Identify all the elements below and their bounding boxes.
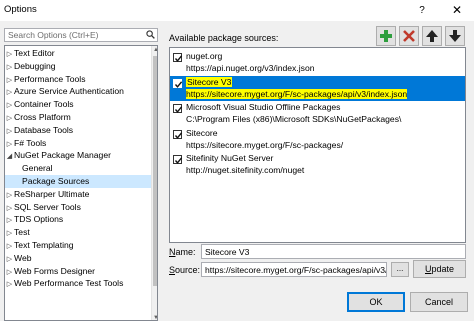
- close-button[interactable]: ✕: [440, 0, 474, 21]
- enabled-checkbox[interactable]: [173, 129, 183, 139]
- chevron-right-icon[interactable]: ▷: [5, 279, 14, 292]
- package-source-item[interactable]: Microsoft Visual Studio Offline Packages…: [170, 101, 465, 126]
- tree-item-label: Performance Tools: [14, 73, 86, 84]
- cancel-button[interactable]: Cancel: [410, 292, 468, 312]
- tree-item-label: General: [22, 163, 53, 174]
- package-source-item[interactable]: Sitecore V3 https://sitecore.myget.org/F/…: [170, 75, 465, 101]
- title-bar: Options ? ✕: [0, 0, 474, 21]
- add-source-button[interactable]: [376, 26, 396, 46]
- ok-button[interactable]: OK: [347, 292, 405, 312]
- source-label: Source:: [169, 265, 201, 275]
- checkmark-icon: [174, 55, 183, 62]
- tree-item-label: Database Tools: [14, 124, 74, 135]
- tree-item-label: TDS Options: [14, 214, 64, 225]
- plus-icon: [380, 30, 392, 42]
- tree-item-label: Azure Service Authentication: [14, 86, 124, 97]
- tree-item-label: F# Tools: [14, 137, 47, 148]
- move-up-button[interactable]: [422, 26, 442, 46]
- checkmark-icon: [174, 157, 183, 164]
- x-icon: [403, 30, 415, 42]
- source-url: https://sitecore.myget.org/F/sc-packages…: [186, 88, 408, 99]
- source-name: Sitefinity NuGet Server: [186, 153, 274, 163]
- move-down-button[interactable]: [445, 26, 465, 46]
- tree-scrollbar[interactable]: ▲ ▼: [151, 46, 157, 320]
- tree-item[interactable]: ▷ Web Forms Designer: [5, 265, 151, 278]
- tree-item-label: Package Sources: [22, 176, 90, 186]
- tree-item-label: Text Editor: [14, 48, 55, 58]
- checkmark-icon: [174, 80, 183, 88]
- tree-item[interactable]: ▷ Debugging: [5, 60, 151, 73]
- name-label: Name:: [169, 247, 196, 257]
- tree-item[interactable]: ▷ Database Tools: [5, 124, 151, 137]
- tree-item-label: Debugging: [14, 60, 56, 71]
- tree-item[interactable]: ▷ Text Editor: [5, 47, 151, 60]
- tree-item[interactable]: ▷ SQL Server Tools: [5, 201, 151, 214]
- tree-item-label: Web Performance Test Tools: [14, 278, 124, 289]
- tree-item-label: Test: [14, 227, 30, 238]
- scroll-thumb[interactable]: [153, 56, 157, 286]
- tree-item[interactable]: ◢ NuGet Package Manager: [5, 149, 151, 162]
- tree-item-label: SQL Server Tools: [14, 201, 81, 212]
- tree-item[interactable]: ▷ Container Tools: [5, 98, 151, 111]
- source-name: Sitecore V3: [186, 76, 233, 87]
- browse-button[interactable]: ...: [391, 262, 409, 277]
- source-name: Microsoft Visual Studio Offline Packages: [186, 102, 341, 112]
- update-button[interactable]: Update: [413, 260, 466, 278]
- scroll-down-icon[interactable]: ▼: [153, 315, 157, 320]
- tree-item[interactable]: ▷ Azure Service Authentication: [5, 85, 151, 98]
- tree-item[interactable]: ▷ F# Tools: [5, 137, 151, 150]
- package-source-item[interactable]: Sitecore https://sitecore.myget.org/F/sc-…: [170, 127, 465, 152]
- search-placeholder: Search Options (Ctrl+E): [8, 30, 99, 40]
- source-url: https://sitecore.myget.org/F/sc-packages…: [186, 139, 344, 150]
- source-url: http://nuget.sitefinity.com/nuget: [186, 165, 305, 175]
- options-tree: ▷ Text Editor ▷ Debugging ▷ Performance Tools…: [4, 45, 158, 321]
- help-button[interactable]: ?: [405, 0, 439, 21]
- source-name: nuget.org: [186, 51, 223, 61]
- enabled-checkbox[interactable]: [173, 53, 183, 62]
- tree-item[interactable]: Package Sources: [5, 175, 151, 188]
- available-sources-label: Available package sources:: [169, 33, 279, 43]
- scroll-up-icon[interactable]: ▲: [153, 47, 157, 53]
- tree-item[interactable]: ▷ Performance Tools: [5, 73, 151, 86]
- enabled-checkbox[interactable]: [173, 104, 183, 113]
- source-url: https://api.nuget.org/v3/index.json: [186, 63, 315, 73]
- tree-item-label: ReSharper Ultimate: [14, 188, 90, 199]
- tree-item[interactable]: ▷ Text Templating: [5, 239, 151, 252]
- arrow-up-icon: [426, 30, 438, 42]
- tree-item-label: Web Forms Designer: [14, 265, 96, 276]
- source-name: Sitecore: [186, 127, 218, 138]
- tree-item[interactable]: ▷ Cross Platform: [5, 111, 151, 124]
- tree-item-label: NuGet Package Manager: [14, 150, 111, 161]
- tree-item[interactable]: ▷ Web Performance Test Tools: [5, 277, 151, 290]
- tree-item-label: Text Templating: [14, 240, 74, 250]
- name-field[interactable]: Sitecore V3: [201, 244, 466, 259]
- enabled-checkbox[interactable]: [173, 78, 183, 88]
- tree-item-label: Web: [14, 252, 32, 263]
- source-url: C:\Program Files (x86)\Microsoft SDKs\Nu…: [186, 114, 402, 124]
- search-icon: [146, 30, 155, 39]
- package-sources-list: nuget.org https://api.nuget.org/v3/index.…: [169, 47, 466, 243]
- tree-item-label: Container Tools: [14, 99, 74, 110]
- search-input[interactable]: Search Options (Ctrl+E): [4, 28, 158, 42]
- checkmark-icon: [174, 131, 183, 139]
- window-title: Options: [4, 4, 37, 15]
- tree-item[interactable]: ▷ ReSharper Ultimate: [5, 188, 151, 201]
- tree-item[interactable]: General: [5, 162, 151, 175]
- remove-source-button[interactable]: [399, 26, 419, 46]
- enabled-checkbox[interactable]: [173, 155, 183, 164]
- arrow-down-icon: [449, 30, 461, 42]
- source-field[interactable]: https://sitecore.myget.org/F/sc-packages…: [201, 262, 387, 277]
- tree-item[interactable]: ▷ TDS Options: [5, 213, 151, 226]
- checkmark-icon: [174, 106, 183, 113]
- tree-item[interactable]: ▷ Web: [5, 252, 151, 265]
- package-source-item[interactable]: Sitefinity NuGet Server http://nuget.site…: [170, 152, 465, 177]
- package-source-item[interactable]: nuget.org https://api.nuget.org/v3/index.…: [170, 50, 465, 75]
- tree-item-label: Cross Platform: [14, 112, 71, 122]
- tree-item[interactable]: ▷ Test: [5, 226, 151, 239]
